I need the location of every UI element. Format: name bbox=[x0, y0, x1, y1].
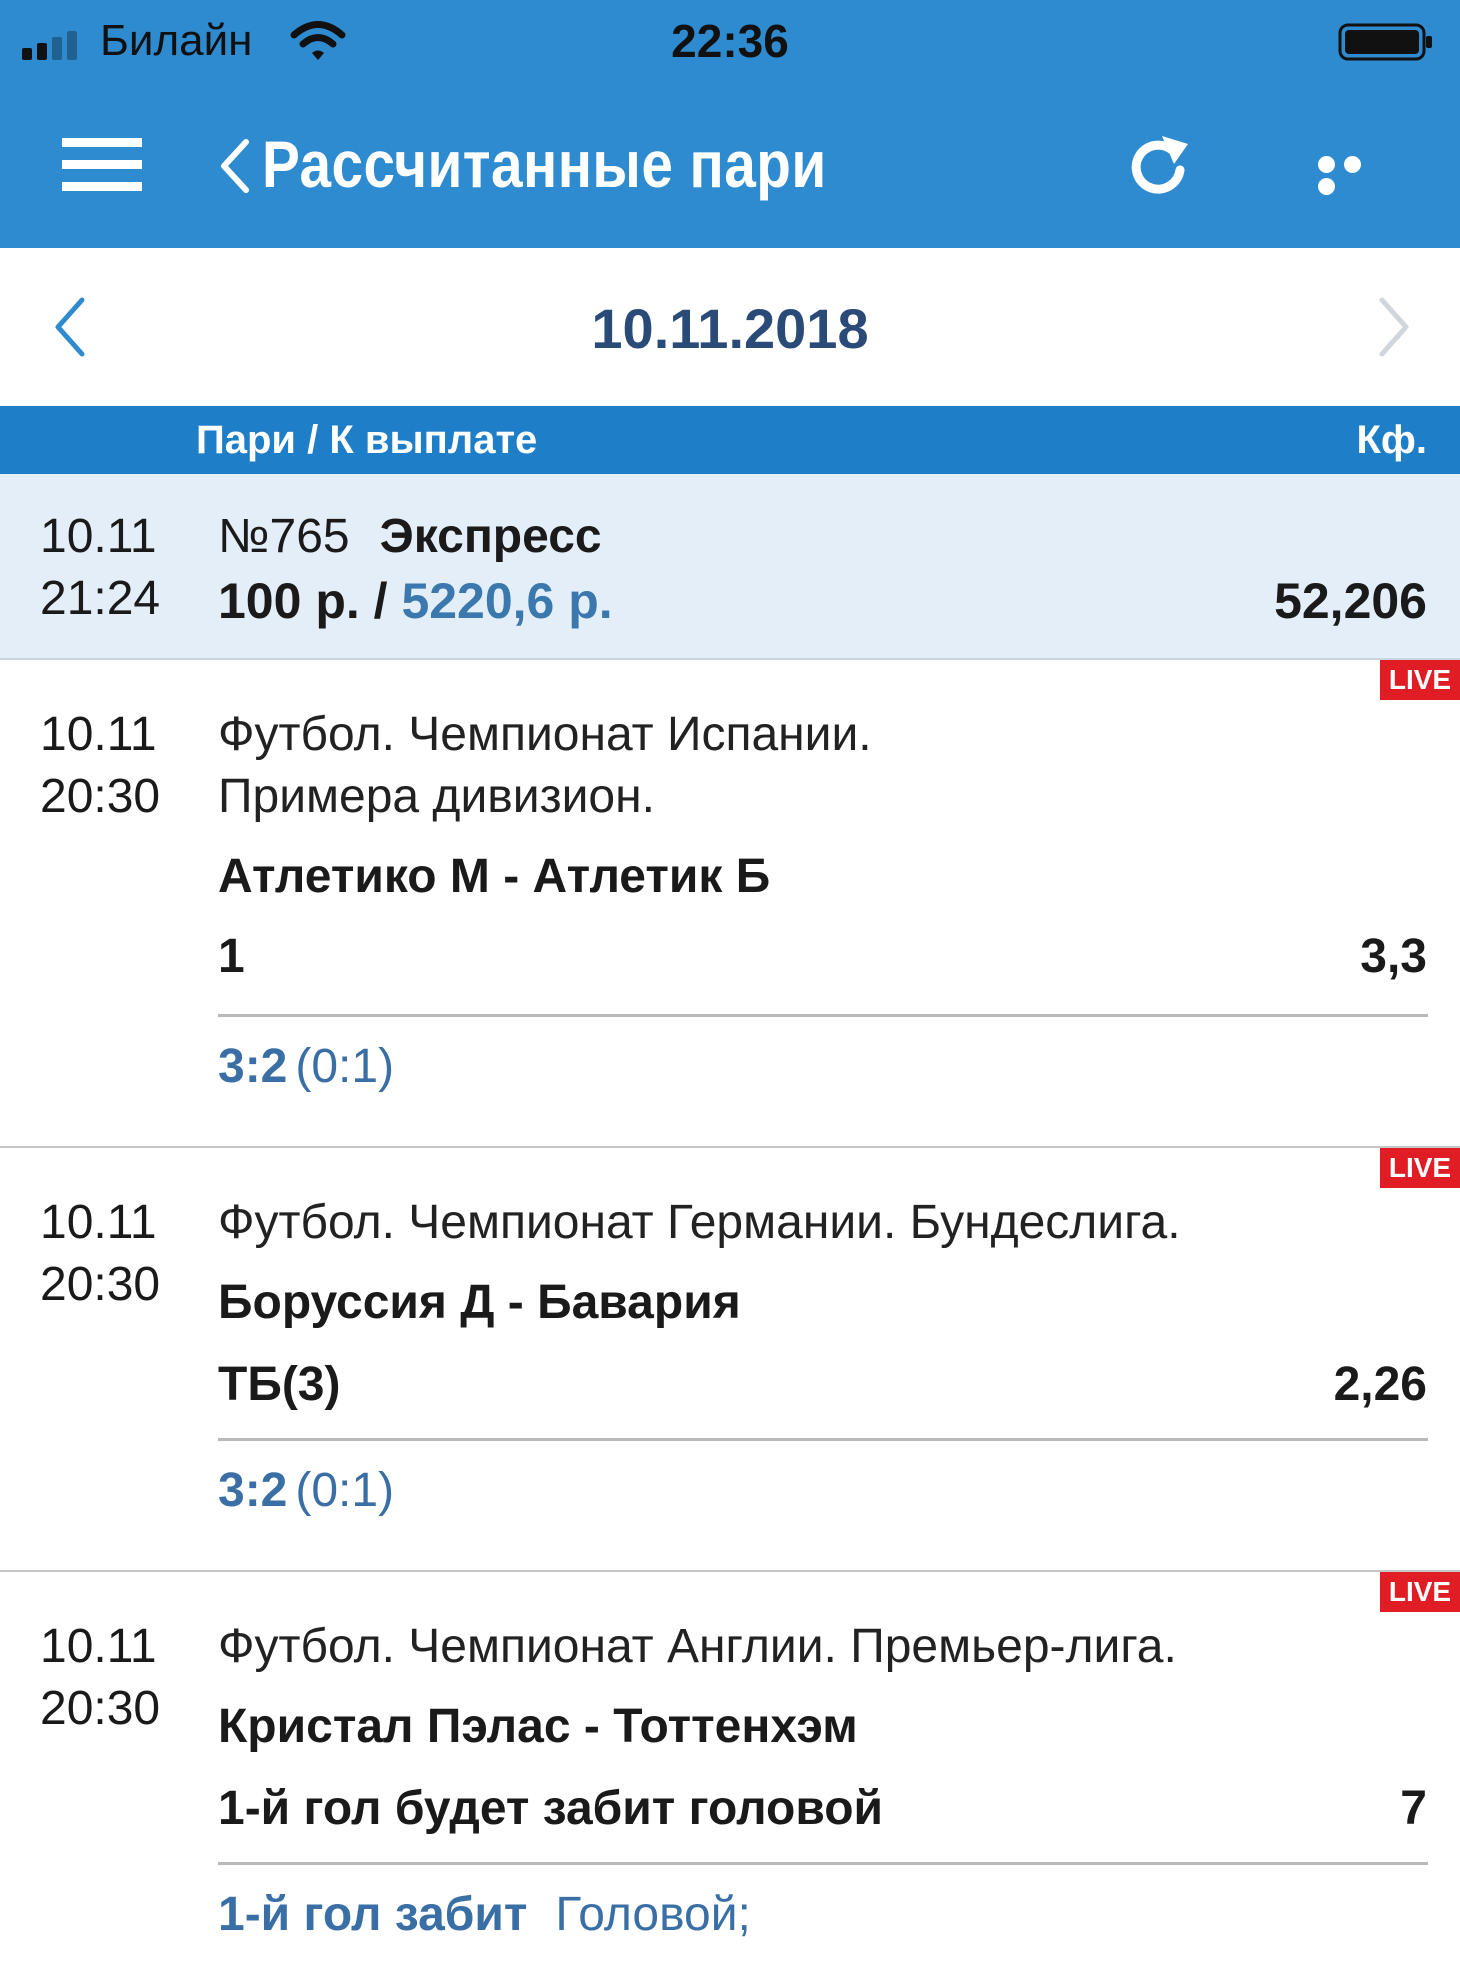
event-datetime: 10.11 20:30 bbox=[40, 1192, 160, 1316]
column-header-bets: Пари / К выплате bbox=[196, 418, 538, 462]
event-time: 20:30 bbox=[40, 770, 161, 823]
event-row[interactable]: LIVE 10.11 20:30 Футбол. Чемпионат Герма… bbox=[0, 1148, 1460, 1572]
bet-date: 10.11 bbox=[40, 510, 157, 563]
event-teams: Атлетико М - Атлетик Б bbox=[218, 850, 771, 903]
final-score: 3:2 bbox=[218, 1464, 288, 1517]
event-teams: Боруссия Д - Бавария bbox=[218, 1276, 741, 1329]
bet-number: №765 bbox=[218, 510, 350, 563]
event-result: 1-й гол забит Головой; bbox=[218, 1884, 751, 1946]
event-date: 10.11 bbox=[40, 1196, 157, 1249]
bet-stake: 100 р. / bbox=[218, 573, 402, 629]
bet-time: 21:24 bbox=[40, 572, 161, 625]
divider bbox=[218, 1862, 1428, 1865]
event-pick: 1 bbox=[218, 930, 245, 983]
live-badge: LIVE bbox=[1380, 660, 1460, 700]
event-pick: 1-й гол будет забит головой bbox=[218, 1782, 884, 1835]
result-label: 1-й гол забит bbox=[218, 1888, 528, 1941]
table-header: Пари / К выплате Кф. bbox=[0, 406, 1460, 474]
bet-amount-line: 100 р. / 5220,6 р. bbox=[218, 570, 613, 632]
status-time: 22:36 bbox=[671, 15, 789, 67]
bet-type: Экспресс bbox=[379, 510, 602, 563]
event-result: 3:2 (0:1) bbox=[218, 1460, 394, 1522]
event-datetime: 10.11 20:30 bbox=[40, 1616, 160, 1740]
event-pick: ТБ(3) bbox=[218, 1358, 341, 1411]
final-score: 3:2 bbox=[218, 1040, 288, 1093]
halftime-score: (0:1) bbox=[295, 1464, 395, 1517]
hamburger-menu-icon[interactable] bbox=[62, 138, 142, 198]
more-dots-icon[interactable] bbox=[1318, 156, 1392, 195]
column-header-odds: Кф. bbox=[1356, 418, 1427, 462]
event-time: 20:30 bbox=[40, 1682, 161, 1735]
halftime-score: (0:1) bbox=[295, 1040, 395, 1093]
date-next-chevron-icon[interactable] bbox=[1372, 294, 1416, 360]
date-selector: 10.11.2018 bbox=[0, 248, 1460, 406]
event-league: Футбол. Чемпионат Англии. Премьер-лига. bbox=[218, 1620, 1177, 1673]
event-league: Футбол. Чемпионат Испании. bbox=[218, 708, 872, 761]
bet-payout: 5220,6 р. bbox=[401, 573, 613, 629]
nav-bar: Рассчитанные пари bbox=[0, 86, 1460, 248]
event-datetime: 10.11 20:30 bbox=[40, 704, 160, 828]
event-result: 3:2 (0:1) bbox=[218, 1036, 394, 1098]
event-league: Футбол. Чемпионат Германии. Бундеслига. bbox=[218, 1196, 1181, 1249]
event-odds: 2,26 bbox=[1333, 1358, 1427, 1411]
event-date: 10.11 bbox=[40, 1620, 157, 1673]
event-odds: 7 bbox=[1400, 1782, 1427, 1835]
result-value: Головой; bbox=[555, 1888, 751, 1941]
event-teams: Кристал Пэлас - Тоттенхэм bbox=[218, 1700, 858, 1753]
event-odds: 3,3 bbox=[1360, 930, 1427, 983]
app-header: Билайн 22:36 Рассчитанные пари bbox=[0, 0, 1460, 248]
battery-icon bbox=[1338, 23, 1432, 61]
status-bar: Билайн 22:36 bbox=[0, 0, 1460, 86]
live-badge: LIVE bbox=[1380, 1148, 1460, 1188]
back-chevron-icon[interactable] bbox=[214, 136, 254, 196]
divider bbox=[218, 1014, 1428, 1017]
event-date: 10.11 bbox=[40, 708, 157, 761]
bet-id-line: №765 Экспресс bbox=[218, 506, 602, 568]
selected-date: 10.11.2018 bbox=[591, 297, 869, 360]
page-title: Рассчитанные пари bbox=[262, 127, 827, 201]
live-badge: LIVE bbox=[1380, 1572, 1460, 1612]
bet-datetime: 10.11 21:24 bbox=[40, 506, 160, 630]
event-league-line2: Примера дивизион. bbox=[218, 770, 655, 823]
refresh-icon[interactable] bbox=[1128, 130, 1194, 200]
event-row[interactable]: LIVE 10.11 20:30 Футбол. Чемпионат Испан… bbox=[0, 660, 1460, 1148]
divider bbox=[218, 1438, 1428, 1441]
bet-total-odds: 52,206 bbox=[1274, 573, 1427, 629]
event-row[interactable]: LIVE 10.11 20:30 Футбол. Чемпионат Англи… bbox=[0, 1572, 1460, 1988]
event-time: 20:30 bbox=[40, 1258, 161, 1311]
bet-summary-row[interactable]: 10.11 21:24 №765 Экспресс 100 р. / 5220,6… bbox=[0, 474, 1460, 660]
